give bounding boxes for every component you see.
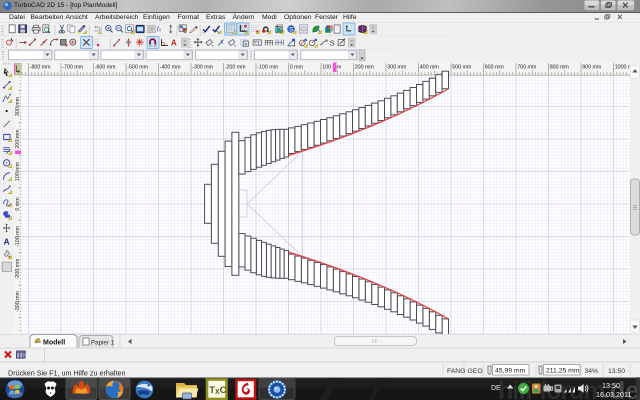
svg-text:700 mm: 700 mm bbox=[517, 64, 537, 70]
svg-text:-400 mm: -400 mm bbox=[160, 64, 181, 70]
svg-text:-200 mm: -200 mm bbox=[15, 258, 21, 279]
svg-text:13:50: 13:50 bbox=[602, 381, 620, 390]
svg-text:800 mm: 800 mm bbox=[550, 64, 570, 70]
svg-text:-600 mm: -600 mm bbox=[95, 64, 116, 70]
svg-text:-800 mm: -800 mm bbox=[30, 64, 51, 70]
svg-text:16.03.2011: 16.03.2011 bbox=[596, 390, 631, 399]
svg-text:-100 mm: -100 mm bbox=[15, 225, 21, 246]
svg-text:34%: 34% bbox=[585, 368, 599, 375]
svg-text:DE: DE bbox=[491, 385, 501, 392]
svg-text:300 mm: 300 mm bbox=[387, 64, 407, 70]
svg-text:0 mm: 0 mm bbox=[15, 197, 21, 211]
svg-text:45,99 mm: 45,99 mm bbox=[495, 368, 526, 375]
svg-text:A: A bbox=[171, 39, 177, 48]
svg-text:-100 mm: -100 mm bbox=[257, 64, 278, 70]
svg-text:GEO: GEO bbox=[468, 368, 483, 375]
svg-text:-300 mm: -300 mm bbox=[192, 64, 213, 70]
svg-text:200 mm: 200 mm bbox=[15, 129, 21, 149]
svg-text:hifi-forum: hifi-forum bbox=[498, 377, 605, 400]
svg-text:-200 mm: -200 mm bbox=[225, 64, 246, 70]
svg-text:Drücken Sie F1, um Hilfe zu er: Drücken Sie F1, um Hilfe zu erhalten bbox=[8, 369, 125, 378]
svg-text:13:50: 13:50 bbox=[608, 368, 625, 375]
svg-text:300 mm: 300 mm bbox=[15, 96, 21, 116]
svg-text:-500 mm: -500 mm bbox=[127, 64, 148, 70]
svg-text:200 mm: 200 mm bbox=[355, 64, 375, 70]
svg-text:-300 mm: -300 mm bbox=[15, 290, 21, 311]
svg-text:S: S bbox=[289, 27, 293, 33]
svg-text:100 mm: 100 mm bbox=[15, 161, 21, 181]
svg-text:A: A bbox=[4, 237, 10, 246]
svg-text:500 mm: 500 mm bbox=[452, 64, 472, 70]
svg-text:0 mm: 0 mm bbox=[290, 64, 304, 70]
svg-text:Papier 1: Papier 1 bbox=[91, 339, 115, 346]
svg-text:211,25 mm: 211,25 mm bbox=[546, 368, 580, 375]
svg-text:400 mm: 400 mm bbox=[420, 64, 440, 70]
svg-text:100 mm: 100 mm bbox=[322, 64, 342, 70]
svg-text:-700 mm: -700 mm bbox=[62, 64, 83, 70]
svg-text:Modell: Modell bbox=[43, 340, 65, 347]
svg-text:S: S bbox=[330, 39, 335, 48]
svg-text:900 mm: 900 mm bbox=[582, 64, 602, 70]
svg-text:FANG: FANG bbox=[447, 368, 466, 375]
svg-text:600 mm: 600 mm bbox=[485, 64, 505, 70]
